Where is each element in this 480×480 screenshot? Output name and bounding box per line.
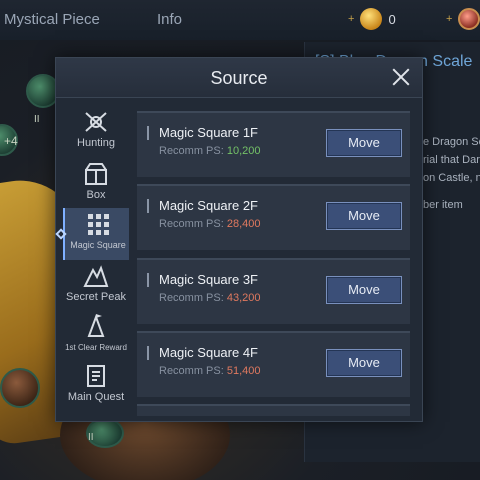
ps-value: 51,400: [226, 365, 261, 377]
list-item: Magic Square 2F Recomm PS: 28,400 Move: [137, 184, 410, 250]
gem-icon: [458, 8, 480, 30]
currency-gold[interactable]: + 0: [348, 8, 396, 30]
boots-slot[interactable]: [0, 368, 40, 408]
ps-label: Recomm PS:: [159, 365, 224, 377]
item-desc-line: ber item: [423, 199, 463, 211]
list-item-partial: [137, 404, 410, 416]
ps-label: Recomm PS:: [159, 292, 224, 304]
sidebar-item-label: Hunting: [77, 137, 115, 149]
plus-icon: +: [348, 13, 355, 25]
box-icon: [85, 163, 107, 185]
source-list[interactable]: Magic Square 1F Recomm PS: 10,200 Move M…: [137, 104, 413, 416]
ps-label: Recomm PS:: [159, 145, 224, 157]
dialog-header: Source: [56, 58, 422, 98]
entry-title: Magic Square 2F: [159, 198, 258, 213]
magic-square-icon: [88, 214, 109, 235]
currency-gold-value: 0: [388, 11, 396, 27]
enhance-level: +4: [4, 134, 18, 148]
tab-info[interactable]: Info: [157, 11, 182, 28]
entry-accent-bar: [147, 346, 149, 360]
clear-reward-icon: [87, 314, 105, 337]
ps-value: 28,400: [226, 218, 261, 230]
sidebar-item-secret-peak[interactable]: Secret Peak: [63, 260, 129, 312]
entry-title: Magic Square 3F: [159, 272, 258, 287]
sidebar-item-magic-square[interactable]: Magic Square: [55, 208, 129, 260]
recommended-ps: Recomm PS: 51,400: [159, 365, 261, 377]
item-desc-line: on Castle, n: [423, 172, 480, 184]
hunting-icon: [85, 112, 107, 132]
recommended-ps: Recomm PS: 28,400: [159, 218, 261, 230]
tier-mark: II: [88, 432, 94, 443]
sidebar-item-label: Secret Peak: [66, 291, 126, 303]
ps-label: Recomm PS:: [159, 218, 224, 230]
move-button[interactable]: Move: [326, 276, 402, 304]
entry-accent-bar: [147, 199, 149, 213]
recommended-ps: Recomm PS: 43,200: [159, 292, 261, 304]
entry-accent-bar: [147, 126, 149, 140]
sidebar-item-main-quest[interactable]: Main Quest: [63, 360, 129, 412]
move-button[interactable]: Move: [326, 129, 402, 157]
close-icon[interactable]: [390, 66, 412, 88]
sidebar-item-label: Main Quest: [67, 391, 125, 403]
plus-icon: +: [446, 13, 453, 25]
entry-accent-bar: [147, 273, 149, 287]
sidebar-item-label: Box: [86, 189, 106, 201]
ps-value: 43,200: [226, 292, 261, 304]
currency-gem[interactable]: +: [446, 8, 480, 30]
top-bar: Mystical Piece Info + 0 +: [0, 0, 480, 40]
sidebar-item-hunting[interactable]: Hunting: [63, 106, 129, 158]
gold-coin-icon: [360, 8, 383, 30]
list-item: Magic Square 1F Recomm PS: 10,200 Move: [137, 111, 410, 177]
source-category-sidebar: Hunting Box Magic Square Secret Peak 1st…: [55, 104, 129, 412]
source-dialog: Source Hunting Box Magic Square Secret P…: [55, 57, 423, 422]
sidebar-item-1st-clear-reward[interactable]: 1st Clear Reward: [63, 310, 129, 362]
item-desc-line: e Dragon Sc: [423, 136, 480, 148]
entry-title: Magic Square 4F: [159, 345, 258, 360]
tier-mark: II: [34, 114, 40, 125]
sidebar-item-label: 1st Clear Reward: [65, 343, 127, 352]
tab-mystical-piece[interactable]: Mystical Piece: [4, 11, 100, 28]
dialog-title: Source: [210, 68, 268, 88]
move-button[interactable]: Move: [326, 349, 402, 377]
selected-indicator-icon: [55, 228, 67, 240]
main-quest-icon: [87, 365, 105, 387]
secret-peak-icon: [83, 265, 109, 287]
entry-title: Magic Square 1F: [159, 125, 258, 140]
move-button[interactable]: Move: [326, 202, 402, 230]
list-item: Magic Square 3F Recomm PS: 43,200 Move: [137, 258, 410, 324]
sidebar-item-label: Magic Square: [70, 240, 126, 250]
ps-value: 10,200: [226, 145, 261, 157]
list-item: Magic Square 4F Recomm PS: 51,400 Move: [137, 331, 410, 397]
item-desc-line: rial that Dar: [423, 154, 480, 166]
sidebar-item-box[interactable]: Box: [63, 158, 129, 210]
recommended-ps: Recomm PS: 10,200: [159, 145, 261, 157]
